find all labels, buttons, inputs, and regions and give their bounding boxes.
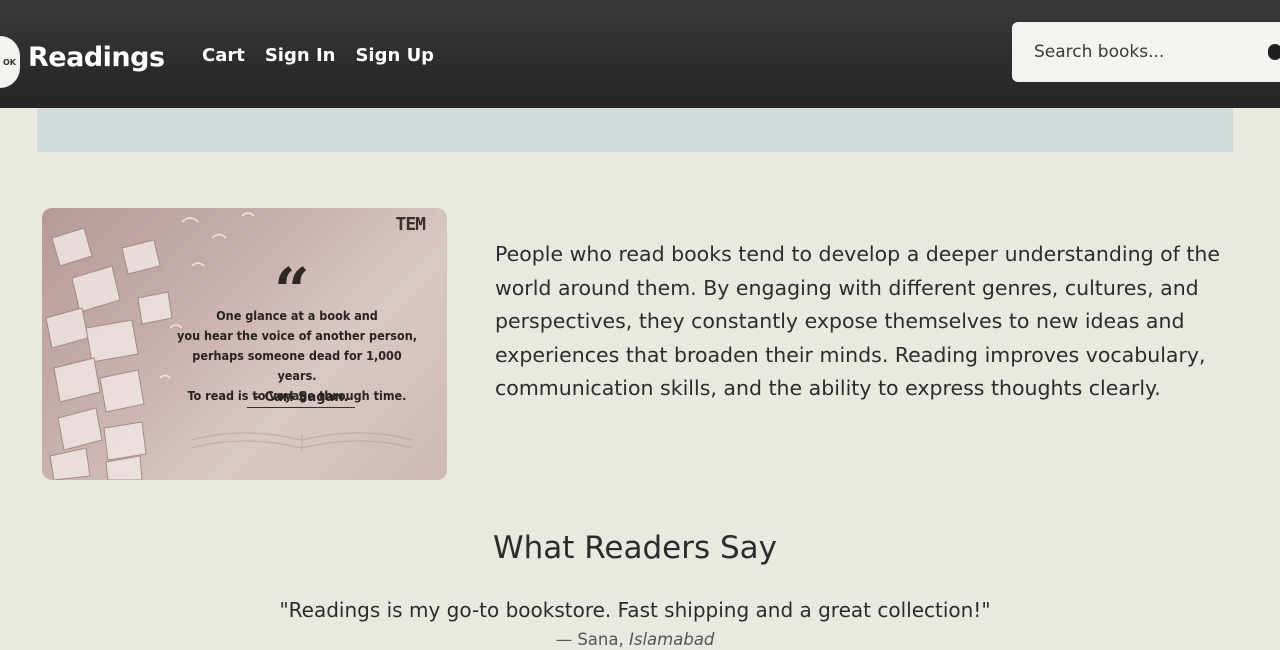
nav-sign-up-link[interactable]: Sign Up [355,45,434,66]
main-nav: Cart Sign In Sign Up [202,45,434,66]
logo-text: OK [3,57,16,67]
quote-line: perhaps someone dead for 1,000 years. [192,348,402,383]
testimonial-author: — Sana, [555,630,624,649]
header-bar: OK Readings Cart Sign In Sign Up [0,0,1280,108]
testimonial-attribution: — Sana, Islamabad [0,630,1270,649]
intro-paragraph: People who read books tend to develop a … [495,242,1221,400]
nav-cart-link[interactable]: Cart [202,45,245,66]
testimonial-location: Islamabad [629,630,715,649]
brand-name[interactable]: Readings [28,42,165,73]
hero-banner-strip [37,108,1233,152]
nav-sign-in-link[interactable]: Sign In [265,45,336,66]
testimonial-text: "Readings is my go-to bookstore. Fast sh… [279,598,991,622]
quote-line: you hear the voice of another person, [177,328,417,343]
search-button[interactable] [1268,44,1280,60]
testimonials-title: What Readers Say [492,530,778,566]
quote-author: – Carl Sagan. [247,390,355,408]
quote-line: One glance at a book and [216,308,378,323]
search-input[interactable] [1012,22,1280,82]
logo-badge[interactable]: OK [0,36,20,88]
card-brand-logo: TEM [395,214,425,235]
quote-image-card: TEM “ One glance at a book and you hear … [42,208,447,480]
